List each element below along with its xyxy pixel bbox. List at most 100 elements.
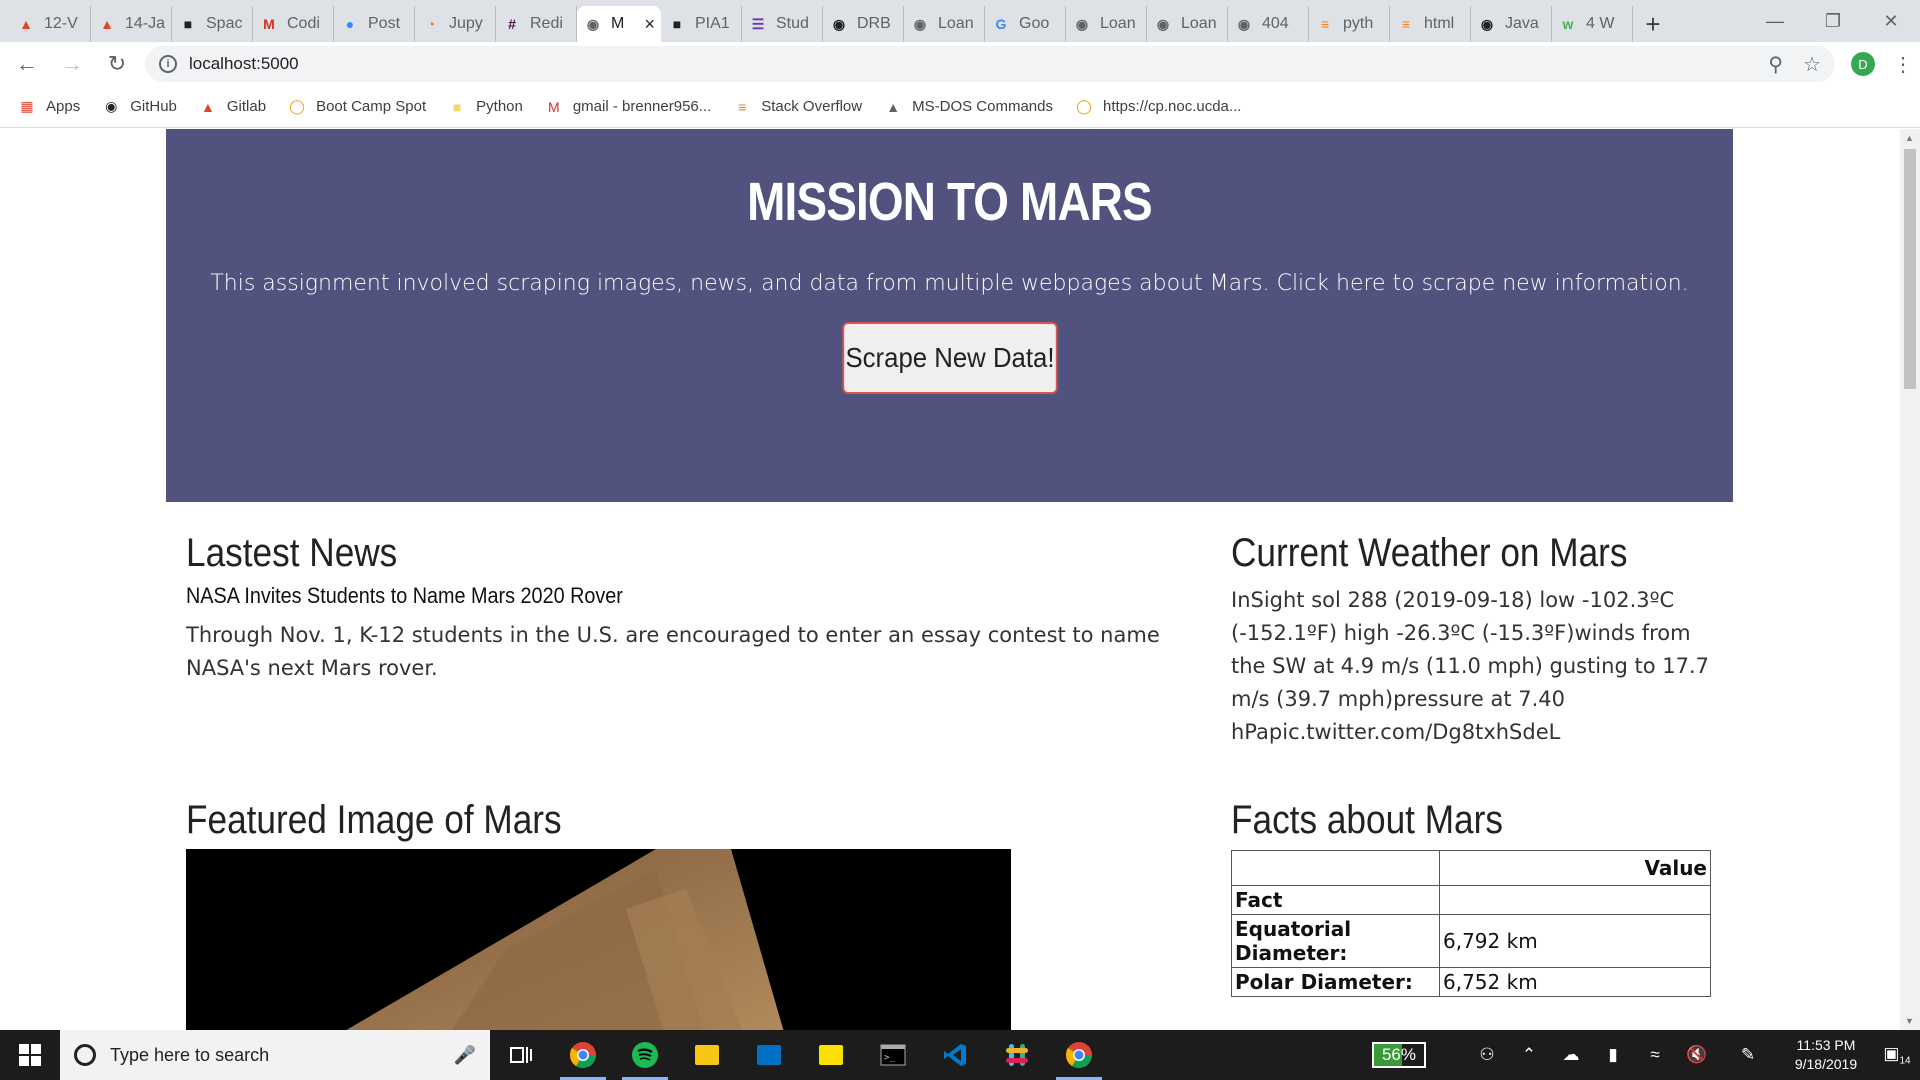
slack-icon[interactable]	[986, 1030, 1048, 1080]
battery-icon[interactable]: ▮	[1592, 1045, 1634, 1065]
slack-icon: #	[508, 16, 516, 32]
stackoverflow-icon: ≡	[1401, 16, 1411, 32]
bookmark-item[interactable]: ◉ GitHub	[102, 98, 177, 116]
globe-icon: ◉	[1237, 15, 1251, 32]
spotify-icon[interactable]	[614, 1030, 676, 1080]
bookmark-item[interactable]: ≡ Stack Overflow	[733, 98, 862, 116]
forward-icon[interactable]: →	[54, 46, 90, 82]
tab[interactable]: ■ Spac	[172, 6, 253, 42]
tab-strip: ▲ 12-V ▲ 14-Ja ■ Spac M Codi ● Post ◔ Jupy # Redi ◉ M × ■…	[0, 0, 1920, 42]
scroll-down-icon[interactable]: ▼	[1905, 1016, 1914, 1026]
volume-muted-icon[interactable]: 🔇	[1676, 1045, 1718, 1065]
profile-avatar[interactable]: D	[1851, 52, 1875, 76]
tab-label: Loan	[938, 15, 974, 32]
bookmark-item[interactable]: ▲ MS-DOS Commands	[884, 98, 1053, 116]
back-icon[interactable]: ←	[9, 46, 45, 82]
minimize-icon[interactable]: —	[1746, 0, 1804, 42]
window-controls: — ❐ ✕	[1746, 0, 1920, 42]
bookmark-item[interactable]: ◯ https://cp.noc.ucda...	[1075, 98, 1241, 116]
reload-icon[interactable]: ↻	[99, 46, 135, 82]
tab[interactable]: ■ PIA1	[661, 6, 742, 42]
tab[interactable]: ☰ Stud	[742, 6, 823, 42]
bookmark-item[interactable]: ◯ Boot Camp Spot	[288, 98, 426, 116]
tab[interactable]: ▲ 12-V	[10, 6, 91, 42]
bookmark-item[interactable]: ▦ Apps	[18, 98, 80, 116]
url-text[interactable]: localhost:5000	[189, 54, 299, 74]
tab[interactable]: ≡ pyth	[1309, 6, 1390, 42]
sticky-notes-icon[interactable]	[800, 1030, 862, 1080]
table-row: Polar Diameter: 6,752 km	[1231, 967, 1711, 997]
bookmark-item[interactable]: ▲ Gitlab	[199, 98, 266, 116]
zoom-icon[interactable]: ⚲	[1768, 52, 1783, 77]
scrape-button[interactable]: Scrape New Data!	[841, 322, 1058, 394]
bookmark-star-icon[interactable]: ☆	[1803, 52, 1821, 77]
tab[interactable]: ● Post	[334, 6, 415, 42]
tab[interactable]: ≡ html	[1390, 6, 1471, 42]
tab[interactable]: ◔ Jupy	[415, 6, 496, 42]
tab[interactable]: ◉ Loan	[1066, 6, 1147, 42]
github-icon: ◉	[105, 98, 118, 114]
omnibox[interactable]: i localhost:5000 ⚲ ☆	[145, 46, 1835, 82]
tab[interactable]: ◉ Loan	[1147, 6, 1228, 42]
chrome-icon[interactable]	[1048, 1030, 1110, 1080]
globe-icon: ◉	[913, 15, 927, 32]
tab-label: 404	[1262, 15, 1289, 32]
tab[interactable]: # Redi	[496, 6, 577, 42]
tab[interactable]: G Goo	[985, 6, 1066, 42]
tab-label: Post	[368, 15, 401, 32]
notification-count: 14	[1899, 1055, 1911, 1067]
bookmark-item[interactable]: ■ Python	[448, 98, 523, 116]
microphone-icon[interactable]: 🎤	[454, 1045, 476, 1066]
menu-kebab-icon[interactable]: ⋮	[1893, 52, 1913, 77]
people-icon[interactable]: ⚇	[1466, 1045, 1508, 1065]
bookmark-label: Boot Camp Spot	[316, 98, 427, 115]
restore-icon[interactable]: ❐	[1804, 0, 1862, 42]
file-explorer-icon[interactable]	[676, 1030, 738, 1080]
table-index-row: Fact	[1231, 885, 1711, 915]
tab[interactable]: ◉ 404	[1228, 6, 1309, 42]
tab-label: Goo	[1019, 15, 1050, 32]
start-button[interactable]	[0, 1030, 60, 1080]
nasa-icon: ■	[672, 16, 682, 32]
scroll-up-icon[interactable]: ▲	[1905, 133, 1914, 143]
bookmark-label: Gitlab	[226, 98, 267, 115]
tray-chevron-icon[interactable]: ⌃	[1508, 1045, 1550, 1065]
tab-label: html	[1424, 15, 1455, 32]
page-scrollbar[interactable]: ▲ ▼	[1900, 129, 1920, 1030]
bootcamp-icon: ◯	[1076, 98, 1092, 114]
tab-active[interactable]: ◉ M ×	[577, 6, 661, 42]
task-view-icon[interactable]	[490, 1030, 552, 1080]
terminal-icon[interactable]: >_	[862, 1030, 924, 1080]
tab[interactable]: w 4 W	[1552, 6, 1633, 42]
tab[interactable]: ◉ DRB	[823, 6, 904, 42]
jumbotron: MISSION TO MARS This assignment involved…	[166, 129, 1733, 502]
close-tab-icon[interactable]: ×	[644, 14, 655, 35]
scrollbar-thumb[interactable]	[1904, 149, 1916, 389]
nasa-icon: ■	[183, 16, 193, 32]
news-title: NASA Invites Students to Name Mars 2020 …	[186, 583, 623, 608]
tab[interactable]: ▲ 14-Ja	[91, 6, 172, 42]
outlook-icon[interactable]	[738, 1030, 800, 1080]
battery-indicator[interactable]: 56%	[1371, 1042, 1426, 1068]
jumbotron-description: This assignment involved scraping images…	[210, 271, 1689, 296]
tab[interactable]: ◉ Loan	[904, 6, 985, 42]
wifi-icon[interactable]: ≈	[1634, 1045, 1676, 1065]
ink-workspace-icon[interactable]: ✎	[1718, 1045, 1778, 1065]
gitlab-icon: ▲	[100, 16, 114, 32]
info-icon[interactable]: i	[159, 55, 177, 73]
vscode-icon[interactable]	[924, 1030, 986, 1080]
close-window-icon[interactable]: ✕	[1862, 0, 1920, 42]
tab[interactable]: M Codi	[253, 6, 334, 42]
tab[interactable]: ◉ Java	[1471, 6, 1552, 42]
clock[interactable]: 11:53 PM 9/18/2019	[1778, 1036, 1874, 1074]
tab-label: Codi	[287, 15, 320, 32]
chrome-icon[interactable]	[552, 1030, 614, 1080]
github-icon: ◉	[1480, 15, 1494, 32]
new-tab-icon[interactable]: +	[1633, 6, 1673, 42]
taskbar-search[interactable]: Type here to search 🎤	[60, 1030, 490, 1080]
action-center-icon[interactable]: ▣14	[1874, 1044, 1920, 1066]
tab-label: Loan	[1181, 15, 1217, 32]
weather-heading: Current Weather on Mars	[1231, 531, 1628, 575]
onedrive-icon[interactable]: ☁	[1550, 1045, 1592, 1065]
bookmark-item[interactable]: Mgmail - brenner956...	[545, 98, 711, 116]
